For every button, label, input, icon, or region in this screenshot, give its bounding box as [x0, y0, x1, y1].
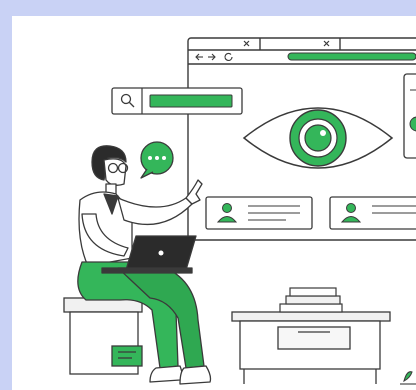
user-card[interactable] [329, 196, 416, 230]
user-card[interactable] [205, 196, 313, 230]
side-table [231, 311, 391, 384]
search-input[interactable] [149, 94, 233, 108]
stool [63, 297, 143, 375]
plant [400, 371, 416, 385]
book-stack [279, 287, 343, 313]
illustration-frame [12, 16, 416, 390]
illustration [63, 37, 416, 385]
side-panel [403, 73, 416, 159]
chat-bubble-icon [140, 141, 174, 179]
address-bar[interactable] [287, 52, 416, 61]
search-bar[interactable] [111, 87, 243, 115]
